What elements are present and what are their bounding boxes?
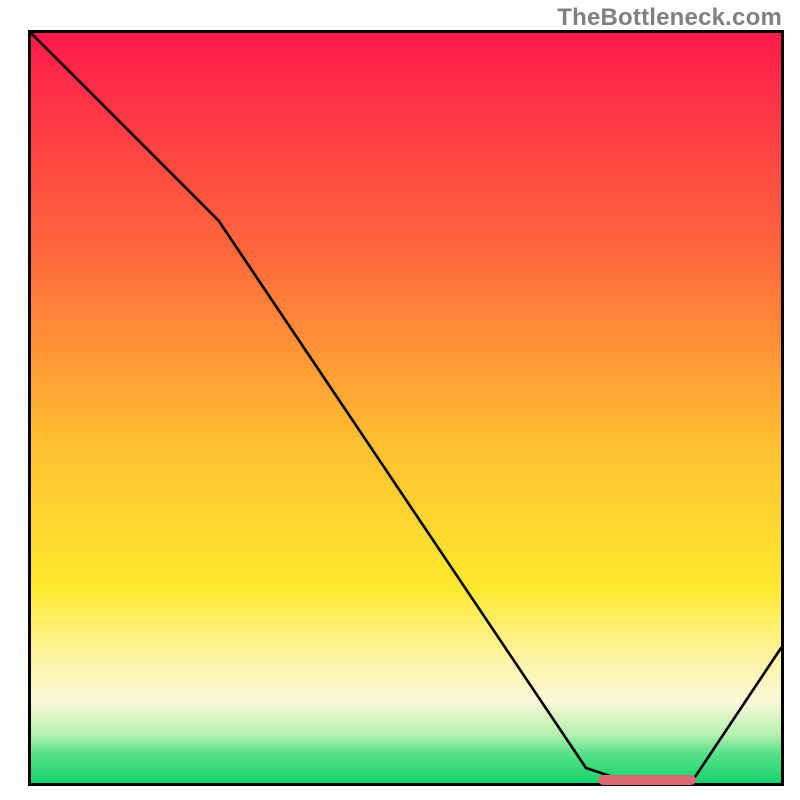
optimum-range-marker (598, 775, 696, 785)
bottleneck-curve (31, 33, 781, 783)
watermark-text: TheBottleneck.com (557, 4, 782, 32)
stage: TheBottleneck.com (0, 0, 800, 800)
plot-area (28, 30, 784, 786)
